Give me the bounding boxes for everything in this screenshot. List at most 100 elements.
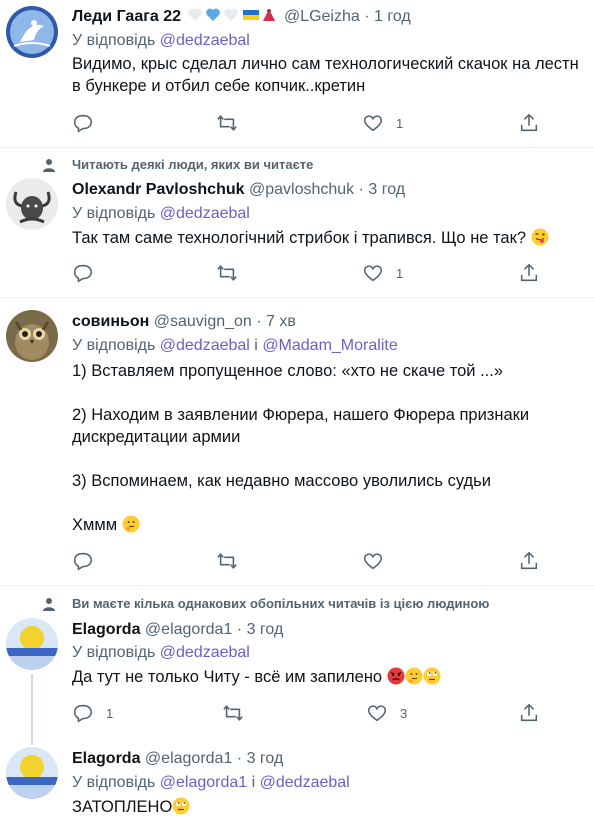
like-icon [363,553,383,570]
author-handle[interactable]: @elagorda1 [145,750,232,767]
author-handle[interactable]: @LGeizha [284,8,360,25]
mention-link[interactable]: @elagorda1 [160,774,247,791]
tweet[interactable]: Ви маєте кілька однакових обопільних чит… [0,586,594,731]
like-button[interactable]: 1 [362,261,403,285]
reply-button[interactable] [72,549,106,573]
tweet-text-line: Хммм [72,516,118,534]
thread-connector [31,674,33,731]
retweet-button[interactable] [216,549,250,573]
share-button[interactable] [518,261,540,285]
reply-prefix: У відповідь [72,774,156,791]
author-handle[interactable]: @elagorda1 [145,621,232,638]
reply-prefix: У відповідь [72,644,156,661]
author-handle[interactable]: @pavloshchuk [249,181,354,198]
tweet-time[interactable]: 3 год [247,750,284,767]
social-context: Читають деякі люди, яких ви читаєте [72,157,314,172]
like-icon [367,705,387,722]
reply-context: У відповідь @elagorda1 і @dedzaebal [72,774,350,791]
like-button[interactable]: 3 [366,701,407,725]
retweet-icon [223,705,243,721]
winking-tongue-emoji-icon [531,228,549,246]
share-icon [520,113,538,132]
tweet-text-line: 3) Вспоминаем, как недавно массово уволи… [72,472,491,490]
mention-link[interactable]: @dedzaebal [160,205,250,222]
rolling-eyes-emoji-icon [172,797,190,815]
author-name[interactable]: совиньон [72,313,149,330]
author-name[interactable]: Elagorda [72,750,140,767]
tweet-text-line: 2) Находим в заявлении Фюрера, нашего Фю… [72,406,530,446]
tweet-actions: 1 [72,261,552,285]
tweet-text: Так там саме технологічний стрибок і тра… [72,229,527,247]
tweet-header: Леди Гаага 22 @LGeizha · 1 год [72,7,411,29]
tweet[interactable]: Elagorda @elagorda1 · 3 год У відповідь … [0,731,594,827]
reply-context: У відповідь @dedzaebal [72,643,250,663]
share-button[interactable] [518,701,540,725]
avatar[interactable] [6,178,58,230]
reply-button[interactable] [72,111,106,135]
thinking-face-emoji-icon [122,515,140,533]
tweet-text-container: Так там саме технологічний стрибок і тра… [72,227,594,249]
tweet-actions: 1 3 [72,701,552,725]
mention-link[interactable]: @dedzaebal [160,644,250,661]
tweet-text-container: Да тут не только Читу - всё им запилено [72,666,594,688]
avatar[interactable] [6,747,58,799]
mention-link[interactable]: @dedzaebal [160,32,250,49]
reply-icon [73,264,93,283]
person-icon [43,159,55,172]
tweet[interactable]: Леди Гаага 22 @LGeizha · 1 год У відпові… [0,0,594,146]
mention-link[interactable]: @dedzaebal [260,774,350,791]
share-button[interactable] [518,111,540,135]
like-icon [363,265,383,282]
tweet[interactable]: совиньон @sauvign_on · 7 хв У відповідь … [0,298,594,584]
name-emoji-badges [187,7,277,29]
tweet-time[interactable]: 7 хв [266,313,296,330]
tweet-time[interactable]: 3 год [247,621,284,638]
avatar[interactable] [6,618,58,670]
retweet-icon [217,115,237,131]
retweet-button[interactable] [216,111,250,135]
reply-icon [73,114,93,133]
thread-connector [31,731,33,745]
share-icon [520,263,538,282]
reply-context: У відповідь @dedzaebal [72,31,250,51]
tweet-actions: 1 [72,111,552,135]
avatar[interactable] [6,310,58,362]
mention-link[interactable]: @dedzaebal [160,337,250,354]
tweet-text: ЗАТОПЛЕНО [72,798,173,816]
tweet-time[interactable]: 1 год [374,8,411,25]
tweet[interactable]: Читають деякі люди, яких ви читаєте Olex… [0,148,594,296]
rolling-eyes-emoji-icon [423,667,441,685]
social-context: Ви маєте кілька однакових обопільних чит… [72,596,490,611]
tweet-actions [72,549,552,573]
tweet-text-line: 1) Вставляем пропущенное слово: «хто не … [72,362,504,380]
tweet-header: Olexandr Pavloshchuk @pavloshchuk · 3 го… [72,181,406,198]
retweet-button[interactable] [216,261,250,285]
tweet-time[interactable]: 3 год [368,181,405,198]
author-name[interactable]: Elagorda [72,621,140,638]
reply-icon [73,552,93,571]
reply-context: У відповідь @dedzaebal і @Madam_Moralite [72,337,398,354]
tweet-text-container: ЗАТОПЛЕНО [72,796,594,818]
tweet-text: Да тут не только Читу - всё им запилено [72,668,383,686]
like-icon [363,115,383,132]
like-button[interactable]: 1 [362,111,403,135]
retweet-icon [217,553,237,569]
like-button[interactable] [362,549,396,573]
share-button[interactable] [518,549,540,573]
author-handle[interactable]: @sauvign_on [154,313,252,330]
reply-button[interactable] [72,261,106,285]
reply-button[interactable]: 1 [72,701,113,725]
avatar[interactable] [6,6,58,58]
share-icon [520,703,538,722]
tweet-text: Видимо, крыс сделал лично сам технологич… [72,55,579,95]
reply-prefix: У відповідь [72,205,156,222]
mention-link[interactable]: @Madam_Moralite [262,337,397,354]
author-name[interactable]: Olexandr Pavloshchuk [72,181,245,198]
retweet-button[interactable] [222,701,256,725]
angry-face-emoji-icon [387,667,405,685]
person-icon [43,598,55,611]
retweet-icon [217,265,237,281]
share-icon [520,551,538,570]
author-name[interactable]: Леди Гаага 22 [72,8,181,25]
reply-prefix: У відповідь [72,337,156,354]
